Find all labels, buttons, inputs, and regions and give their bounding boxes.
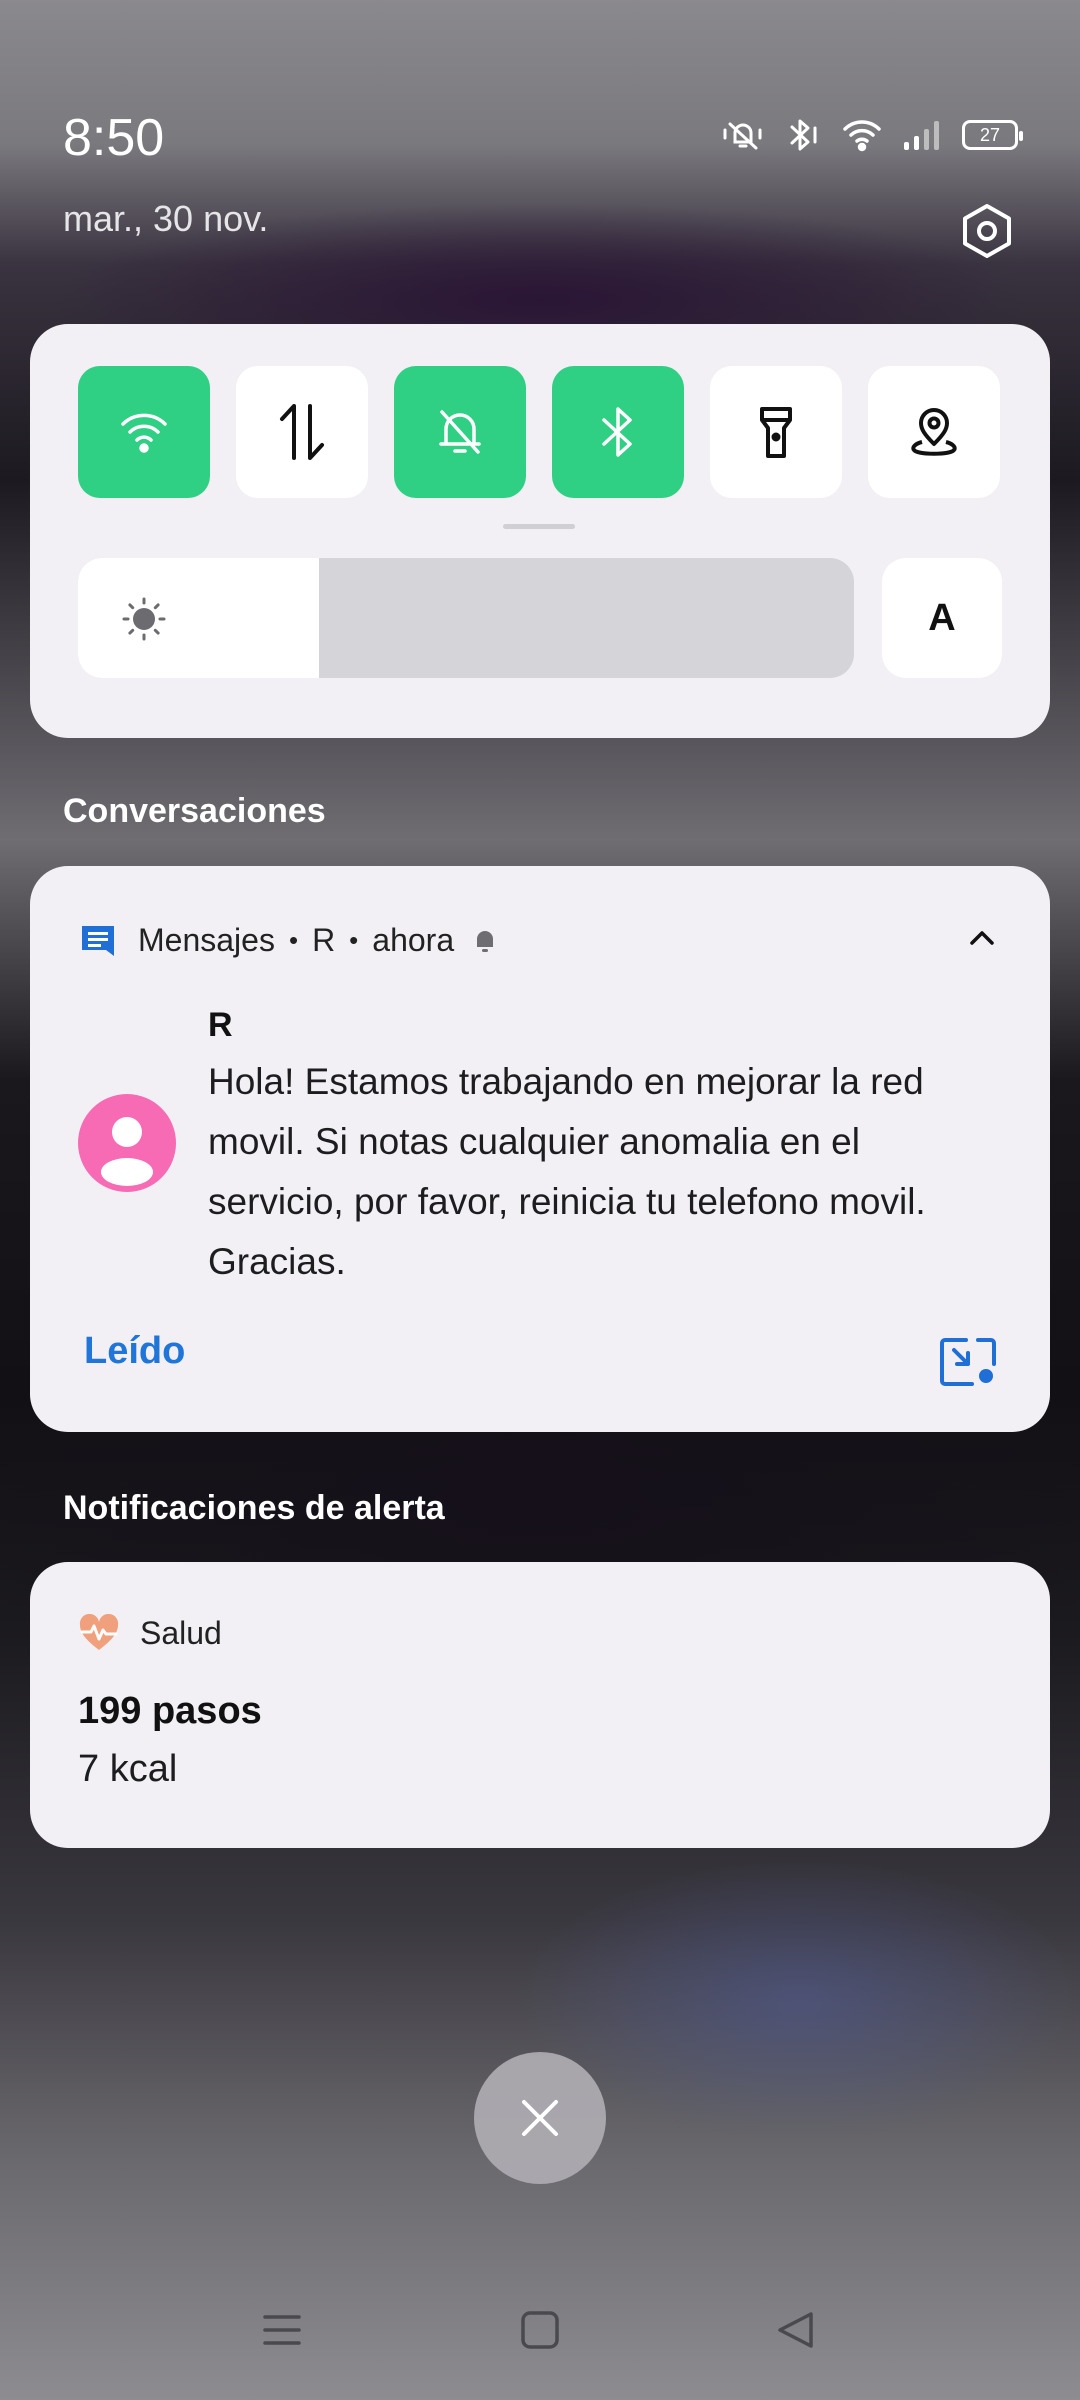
silent-mode-tile[interactable]: [394, 366, 526, 498]
collapse-button[interactable]: [962, 918, 1002, 958]
home-icon: [521, 2311, 559, 2349]
bell-icon: [474, 930, 497, 952]
brightness-sun-icon: [122, 597, 166, 641]
status-date: mar., 30 nov.: [63, 198, 269, 239]
back-icon: [778, 2312, 813, 2348]
message-body: Hola! Estamos trabajando en mejorar la r…: [208, 1061, 926, 1282]
close-icon: [522, 2100, 558, 2136]
bluetooth-tile[interactable]: [552, 366, 684, 498]
sender-name: R: [208, 1006, 233, 1044]
wifi-tile[interactable]: [78, 366, 210, 498]
nav-menu-button[interactable]: [262, 2310, 302, 2355]
mute-icon: [720, 118, 766, 152]
notification-time: ahora: [372, 922, 455, 958]
mobile-data-tile[interactable]: [236, 366, 368, 498]
steps-count: 199 pasos: [78, 1690, 262, 1732]
nav-back-button[interactable]: [776, 2310, 816, 2355]
app-name: Mensajes: [138, 922, 275, 958]
status-time: 8:50: [63, 109, 165, 167]
health-notification-header: Salud: [78, 1614, 222, 1652]
alerts-heading: Notificaciones de alerta: [63, 1489, 445, 1527]
messages-app-icon: [82, 925, 114, 956]
floating-window-icon: [940, 1338, 996, 1386]
battery-icon: 27: [962, 120, 1023, 150]
sender-short: R: [312, 922, 336, 958]
auto-brightness-button[interactable]: A: [882, 558, 1002, 678]
panel-expand-handle[interactable]: [503, 524, 575, 529]
open-floating-window-button[interactable]: [938, 1336, 998, 1388]
message-notification-header: Mensajes • R • ahora: [80, 922, 498, 959]
menu-icon: [263, 2315, 301, 2345]
brightness-level: [78, 558, 319, 678]
avatar: [78, 1094, 176, 1192]
person-icon: [101, 1117, 153, 1186]
wifi-icon: [842, 118, 882, 152]
brightness-slider[interactable]: [78, 558, 854, 678]
clear-notifications-button[interactable]: [474, 2052, 606, 2184]
quick-settings-panel: A: [30, 324, 1050, 738]
flashlight-icon: [760, 407, 792, 458]
health-notification[interactable]: Salud 199 pasos 7 kcal: [30, 1562, 1050, 1848]
conversations-heading: Conversaciones: [63, 792, 326, 830]
status-icons: 27: [720, 118, 1023, 152]
settings-gear-icon[interactable]: [958, 202, 1016, 260]
chevron-up-icon: [970, 931, 994, 945]
message-notification[interactable]: Mensajes • R • ahora R Hola! Estamos tra…: [30, 866, 1050, 1432]
health-app-name: Salud: [140, 1614, 222, 1651]
bell-off-icon: [439, 410, 481, 454]
wifi-icon: [121, 413, 167, 453]
bluetooth-icon: [602, 407, 632, 457]
mark-read-button[interactable]: Leído: [84, 1330, 185, 1373]
kcal-count: 7 kcal: [78, 1748, 178, 1790]
bluetooth-icon: [786, 118, 822, 152]
heart-pulse-icon: [79, 1614, 119, 1650]
location-pin-icon: [911, 408, 957, 456]
location-tile[interactable]: [868, 366, 1000, 498]
flashlight-tile[interactable]: [710, 366, 842, 498]
nav-home-button[interactable]: [520, 2310, 560, 2355]
data-arrows-icon: [280, 404, 324, 460]
signal-icon: [902, 118, 942, 152]
